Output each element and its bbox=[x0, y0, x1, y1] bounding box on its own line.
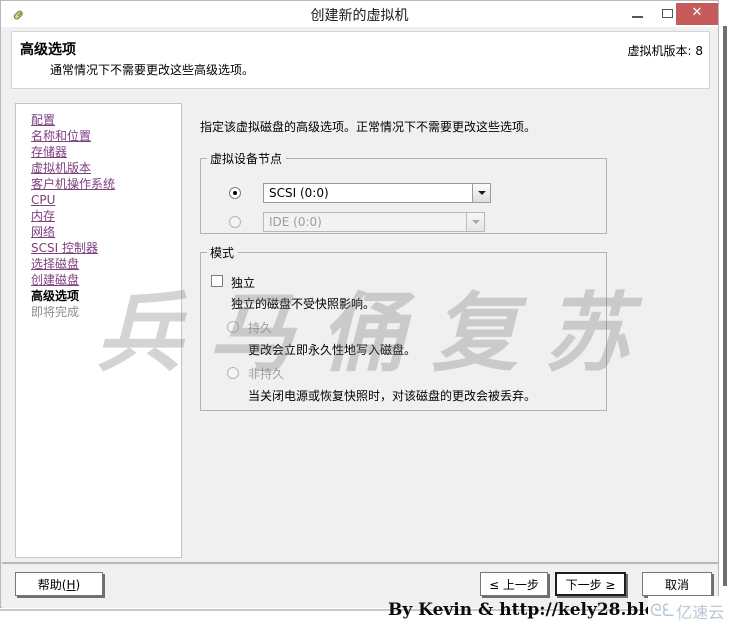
wizard-window: 创建新的虚拟机 ✕ 高级选项 通常情况下不需要更改这些高级选项。 虚拟机版本: … bbox=[0, 0, 719, 608]
scsi-node-combobox[interactable]: SCSI (0:0) bbox=[263, 183, 491, 203]
minimize-button[interactable] bbox=[623, 2, 653, 24]
chevron-down-icon-disabled bbox=[466, 213, 484, 231]
wizard-header: 高级选项 通常情况下不需要更改这些高级选项。 虚拟机版本: 8 bbox=[11, 31, 710, 89]
page-title: 高级选项 bbox=[20, 42, 76, 58]
main-description: 指定该虚拟磁盘的高级选项。正常情况下不需要更改这些选项。 bbox=[200, 120, 537, 134]
independent-label: 独立 bbox=[231, 276, 256, 290]
nonpersistent-description: 当关闭电源或恢复快照时，对该磁盘的更改会被丢弃。 bbox=[248, 389, 537, 403]
sidebar-item-1[interactable]: 名称和位置 bbox=[16, 128, 181, 144]
sidebar-item-9[interactable]: 选择磁盘 bbox=[16, 256, 181, 272]
nonpersistent-label: 非持久 bbox=[248, 367, 285, 381]
help-button-suffix: ) bbox=[75, 577, 81, 592]
help-button[interactable]: 帮助(H) bbox=[15, 572, 103, 596]
wizard-body: 配置名称和位置存储器虚拟机版本客户机操作系统 CPU 内存网络 SCSI 控制器 选择磁… bbox=[2, 89, 718, 562]
sidebar-item-4[interactable]: 客户机操作系统 bbox=[16, 176, 181, 192]
sidebar-item-5[interactable]: CPU bbox=[16, 192, 181, 208]
help-button-key: H bbox=[66, 577, 76, 592]
sidebar-item-2[interactable]: 存储器 bbox=[16, 144, 181, 160]
page-subtitle: 通常情况下不需要更改这些高级选项。 bbox=[50, 63, 255, 77]
help-button-prefix: 帮助( bbox=[37, 577, 67, 592]
persistent-label: 持久 bbox=[248, 321, 273, 335]
next-button[interactable]: 下一步 ≥ bbox=[555, 572, 626, 596]
sidebar-item-label: 客户机操作系统 bbox=[31, 177, 116, 191]
credit-watermark: By Kevin & http://kely28.blo bbox=[388, 600, 657, 620]
mode-legend: 模式 bbox=[210, 246, 235, 260]
sidebar-item-label: 高级选项 bbox=[31, 289, 80, 303]
sidebar-item-label: 存储器 bbox=[31, 145, 68, 159]
sidebar-item-label: 网络 bbox=[31, 225, 56, 239]
close-button[interactable]: ✕ bbox=[676, 3, 718, 25]
sidebar-item-label: 即将完成 bbox=[31, 305, 80, 319]
back-button[interactable]: ≤ 上一步 bbox=[480, 572, 548, 596]
sidebar-item-label: 内存 bbox=[31, 209, 56, 223]
sidebar-item-8[interactable]: SCSI 控制器 bbox=[16, 240, 181, 256]
scsi-node-value: SCSI (0:0) bbox=[269, 186, 329, 200]
device-node-legend: 虚拟设备节点 bbox=[210, 152, 283, 166]
sidebar-item-10[interactable]: 创建磁盘 bbox=[16, 272, 181, 288]
device-node-groupbox: 虚拟设备节点 SCSI (0:0) IDE (0:0) bbox=[200, 150, 607, 234]
sidebar-item-7[interactable]: 网络 bbox=[16, 224, 181, 240]
sidebar-item-11: 高级选项 bbox=[16, 288, 181, 304]
ide-node-value: IDE (0:0) bbox=[269, 215, 322, 229]
sidebar-item-label: 虚拟机版本 bbox=[31, 161, 92, 175]
independent-description: 独立的磁盘不受快照影响。 bbox=[231, 297, 376, 311]
sidebar-item-label: 选择磁盘 bbox=[31, 257, 80, 271]
wizard-main-panel: 指定该虚拟磁盘的高级选项。正常情况下不需要更改这些选项。 虚拟设备节点 SCSI… bbox=[197, 103, 705, 558]
wizard-steps-sidebar: 配置名称和位置存储器虚拟机版本客户机操作系统 CPU 内存网络 SCSI 控制器 选择磁… bbox=[15, 103, 182, 558]
site-logo: ᘓᘍ 亿速云 bbox=[648, 596, 734, 626]
sidebar-item-label: 创建磁盘 bbox=[31, 273, 80, 287]
minimize-icon bbox=[632, 16, 643, 18]
sidebar-item-12: 即将完成 bbox=[16, 304, 181, 320]
radio-ide[interactable] bbox=[229, 216, 241, 228]
cancel-button[interactable]: 取消 bbox=[642, 572, 712, 596]
persistent-description: 更改会立即永久性地写入磁盘。 bbox=[248, 343, 417, 357]
sidebar-item-6[interactable]: 内存 bbox=[16, 208, 181, 224]
ide-node-combobox[interactable]: IDE (0:0) bbox=[263, 212, 485, 232]
window-title: 创建新的虚拟机 bbox=[310, 8, 409, 24]
radio-nonpersistent[interactable] bbox=[227, 367, 239, 379]
sidebar-item-label: 配置 bbox=[31, 113, 56, 127]
cloud-logo-icon: ᘓᘍ bbox=[650, 601, 675, 621]
sidebar-item-label: CPU bbox=[31, 193, 56, 207]
independent-checkbox[interactable] bbox=[211, 275, 223, 287]
vm-version-label: 虚拟机版本: 8 bbox=[627, 44, 704, 58]
sidebar-item-label: 名称和位置 bbox=[31, 129, 92, 143]
maximize-icon bbox=[662, 9, 673, 18]
chevron-down-icon[interactable] bbox=[472, 184, 490, 202]
radio-scsi[interactable] bbox=[229, 187, 241, 199]
mode-groupbox: 模式 独立 独立的磁盘不受快照影响。 持久 更改会立即永久性地写入磁盘。 非持久… bbox=[200, 244, 607, 411]
scrollbar-track[interactable] bbox=[723, 26, 727, 586]
close-icon: ✕ bbox=[691, 5, 703, 20]
sidebar-item-label: SCSI 控制器 bbox=[31, 241, 98, 255]
title-bar: 创建新的虚拟机 ✕ bbox=[1, 1, 718, 27]
window-right-edge bbox=[719, 0, 734, 626]
radio-persistent[interactable] bbox=[227, 321, 239, 333]
sidebar-item-0[interactable]: 配置 bbox=[16, 112, 181, 128]
site-logo-text: 亿速云 bbox=[676, 603, 725, 622]
sidebar-item-3[interactable]: 虚拟机版本 bbox=[16, 160, 181, 176]
